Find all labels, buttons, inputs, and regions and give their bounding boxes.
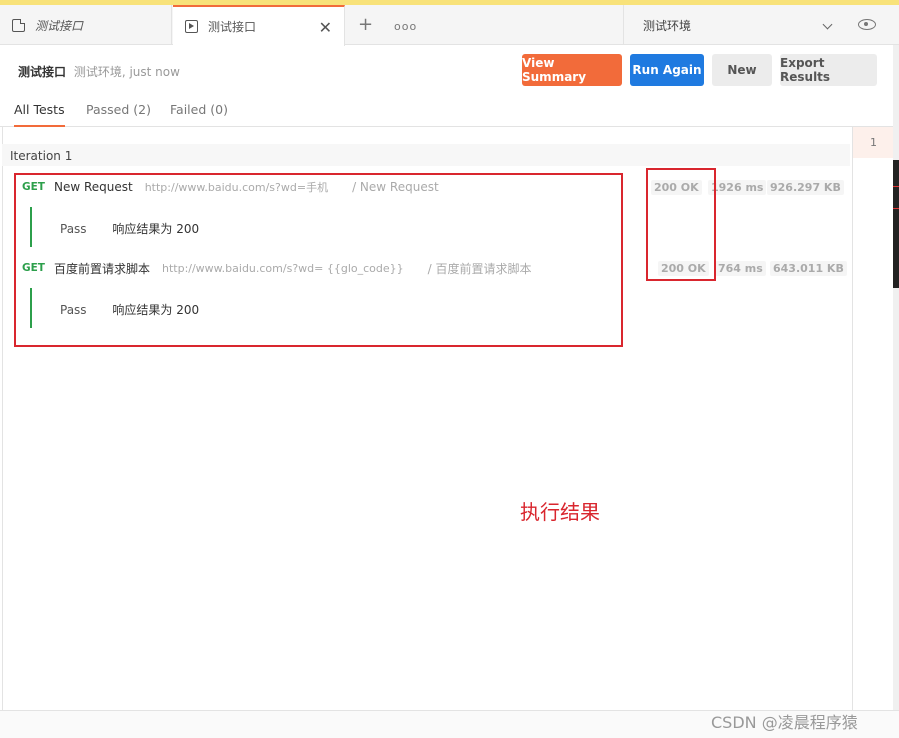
background-window (893, 160, 899, 288)
iteration-pane: 1 (852, 127, 894, 710)
tab-all-tests[interactable]: All Tests (14, 102, 65, 127)
tab-runner[interactable]: 测试接口 ✕ (173, 5, 345, 46)
run-meta: 测试环境, just now (73, 65, 180, 79)
highlight-box-status (646, 168, 716, 281)
runner-icon (185, 20, 198, 33)
response-time: 1926 ms (708, 180, 767, 195)
tab-request[interactable]: 测试接口 (0, 5, 172, 45)
response-size: 643.011 KB (770, 261, 847, 276)
request-icon (12, 18, 25, 32)
chevron-down-icon (822, 19, 833, 30)
tab-bar: 测试接口 测试接口 ✕ + ooo 测试环境 (0, 5, 899, 46)
tab-failed[interactable]: Failed (0) (170, 102, 228, 127)
highlight-box-requests (14, 173, 623, 347)
annotation-text: 执行结果 (520, 500, 600, 524)
environment-selector[interactable]: 测试环境 (623, 5, 845, 45)
run-again-button[interactable]: Run Again (630, 54, 704, 86)
eye-icon[interactable] (858, 19, 876, 30)
view-summary-button[interactable]: View Summary (522, 54, 622, 86)
response-time: 764 ms (715, 261, 766, 276)
iteration-label: Iteration 1 (10, 149, 73, 163)
tab-passed[interactable]: Passed (2) (86, 102, 151, 127)
environment-label: 测试环境 (643, 18, 692, 33)
iteration-header (2, 144, 850, 166)
response-size: 926.297 KB (767, 180, 844, 195)
tab-label: 测试接口 (208, 20, 257, 34)
watermark: CSDN @凌晨程序猿 (711, 713, 858, 732)
collection-name: 测试接口 (18, 65, 67, 79)
new-button[interactable]: New (712, 54, 772, 86)
iteration-number[interactable]: 1 (853, 127, 894, 158)
test-filter-tabs: All Tests Passed (2) Failed (0) (0, 96, 893, 127)
new-tab-button[interactable]: + (358, 16, 373, 34)
more-tabs-button[interactable]: ooo (394, 20, 417, 33)
tab-label: 测试接口 (35, 18, 84, 33)
run-header: 测试接口 测试环境, just now (18, 63, 180, 80)
window-edge (893, 45, 899, 738)
export-results-button[interactable]: Export Results (780, 54, 877, 86)
close-icon[interactable]: ✕ (319, 18, 332, 37)
